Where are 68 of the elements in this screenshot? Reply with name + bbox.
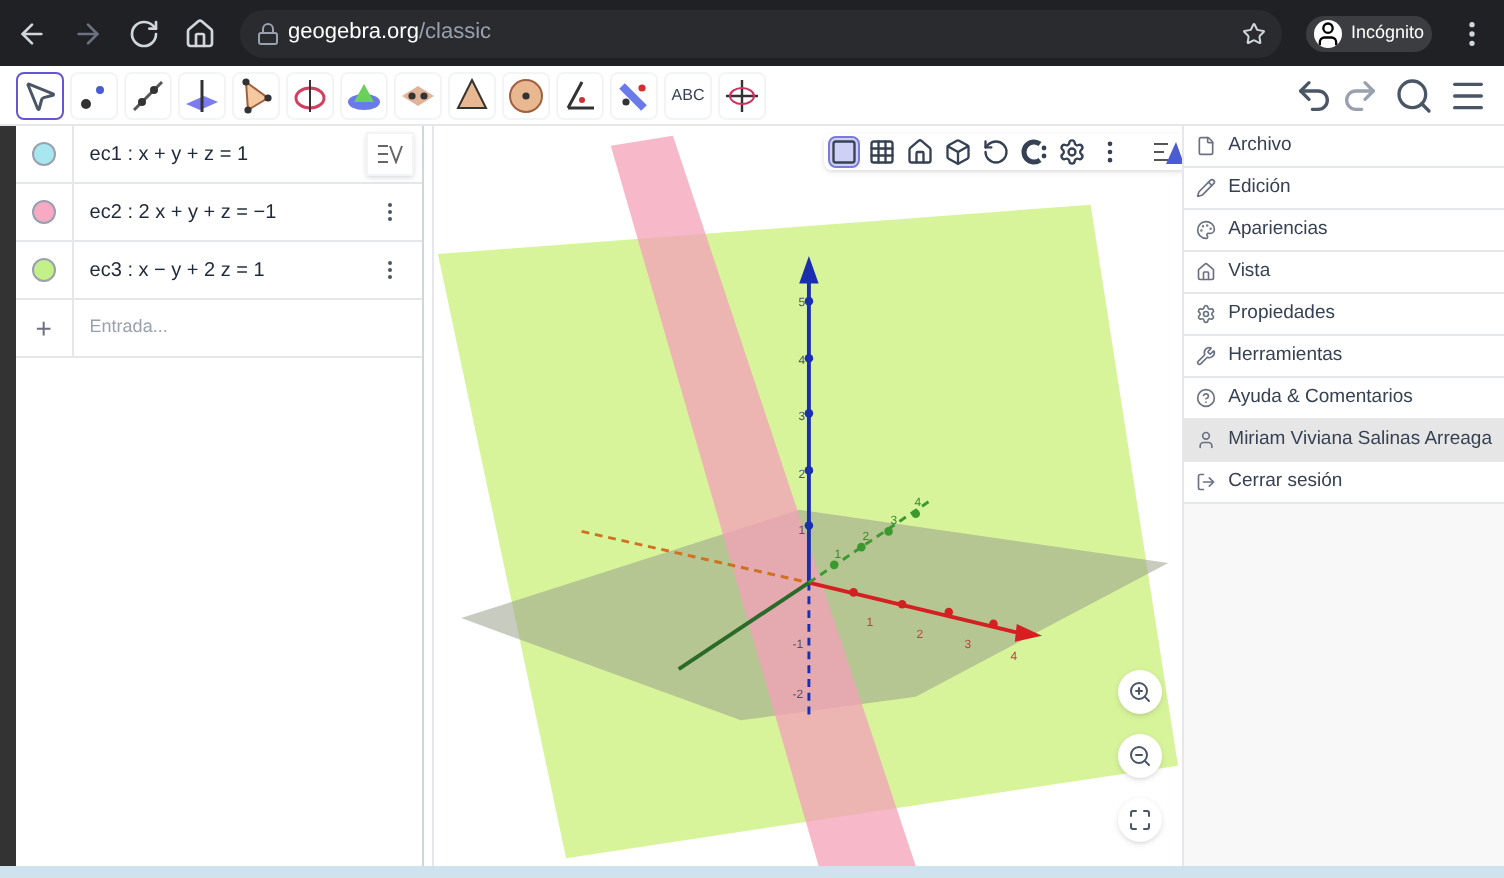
view-tool-button[interactable] <box>904 136 937 168</box>
equation-text[interactable]: ec2 : 2 x + y + z = −1 <box>73 197 379 227</box>
help-icon <box>1196 388 1217 408</box>
palette-icon <box>1196 220 1217 240</box>
pencil-icon <box>1196 178 1217 198</box>
logout-icon <box>1196 472 1217 492</box>
menu-item[interactable]: Apariencias <box>1184 210 1504 252</box>
settings-icon <box>1058 138 1087 166</box>
tool-button[interactable] <box>16 71 64 119</box>
view-tool-button[interactable] <box>942 136 975 168</box>
perpendicular-tool-icon <box>184 77 220 113</box>
back-icon[interactable] <box>16 17 48 49</box>
sphere-tool-icon <box>508 77 544 113</box>
home-icon <box>906 138 935 166</box>
file-icon <box>1196 136 1217 156</box>
profile-chip[interactable]: Incógnito <box>1306 15 1432 51</box>
view-tool-button[interactable] <box>1018 136 1051 168</box>
reload-icon[interactable] <box>128 17 160 49</box>
circle-axis-tool-icon <box>292 77 328 113</box>
lock-icon <box>256 21 280 45</box>
axes-icon <box>830 138 859 166</box>
polygon-tool-icon <box>238 77 274 113</box>
url-path: /classic <box>418 18 492 49</box>
reflect-tool-icon <box>616 77 652 113</box>
incognito-icon <box>1314 19 1343 47</box>
view-tool-button[interactable] <box>1056 136 1089 168</box>
menu-item[interactable]: Vista <box>1184 252 1504 294</box>
menu-item[interactable]: Propiedades <box>1184 294 1504 336</box>
home-icon[interactable] <box>184 17 216 49</box>
menu-item[interactable]: Edición <box>1184 168 1504 210</box>
equation-text[interactable]: ec3 : x − y + 2 z = 1 <box>73 255 379 285</box>
equation-text[interactable]: ec1 : x + y + z = 1 <box>73 139 367 169</box>
clipping-icon <box>1020 138 1049 166</box>
home-icon <box>1196 262 1217 282</box>
rotate-view-tool-icon <box>724 77 760 113</box>
view-tool-button[interactable] <box>828 136 861 168</box>
pyramid-tool-icon <box>454 77 490 113</box>
search-icon[interactable] <box>1394 75 1434 115</box>
style-bar-icon[interactable] <box>1152 138 1183 166</box>
menu-item[interactable]: Cerrar sesión <box>1184 462 1504 504</box>
cube-icon <box>944 138 973 166</box>
user-icon <box>1196 430 1217 450</box>
move-tool-icon <box>22 77 58 113</box>
angle-tool-icon <box>562 77 598 113</box>
menu-item[interactable]: Miriam Viviana Salinas Arreaga <box>1184 420 1504 462</box>
input-field[interactable]: Entrada... <box>73 314 423 342</box>
undo-icon[interactable] <box>1294 75 1334 115</box>
view-tool-button[interactable] <box>980 136 1013 168</box>
wrench-icon <box>1196 346 1217 366</box>
profile-label: Incógnito <box>1350 19 1424 46</box>
menu-item[interactable]: Herramientas <box>1184 336 1504 378</box>
rotate-icon <box>982 138 1011 166</box>
bookmark-star-icon[interactable] <box>1242 21 1267 45</box>
menu-item[interactable]: Ayuda & Comentarios <box>1184 378 1504 420</box>
grid-icon <box>868 138 897 166</box>
menu-item[interactable]: Archivo <box>1184 126 1504 168</box>
address-bar[interactable]: geogebra.org/classic <box>240 9 1283 57</box>
forward-icon[interactable] <box>72 17 104 49</box>
tool-button[interactable]: ABC <box>664 71 712 119</box>
fullscreen-icon <box>1128 808 1153 832</box>
settings-icon <box>1196 304 1217 324</box>
fullscreen-button[interactable] <box>1118 798 1163 842</box>
zoom-in-icon <box>1128 680 1153 704</box>
view-tool-button[interactable] <box>866 136 899 168</box>
algebra-style-icon[interactable] <box>366 132 415 176</box>
url-host: geogebra.org <box>288 18 419 49</box>
line-tool-icon <box>130 77 166 113</box>
zoom-out-icon <box>1128 744 1153 768</box>
